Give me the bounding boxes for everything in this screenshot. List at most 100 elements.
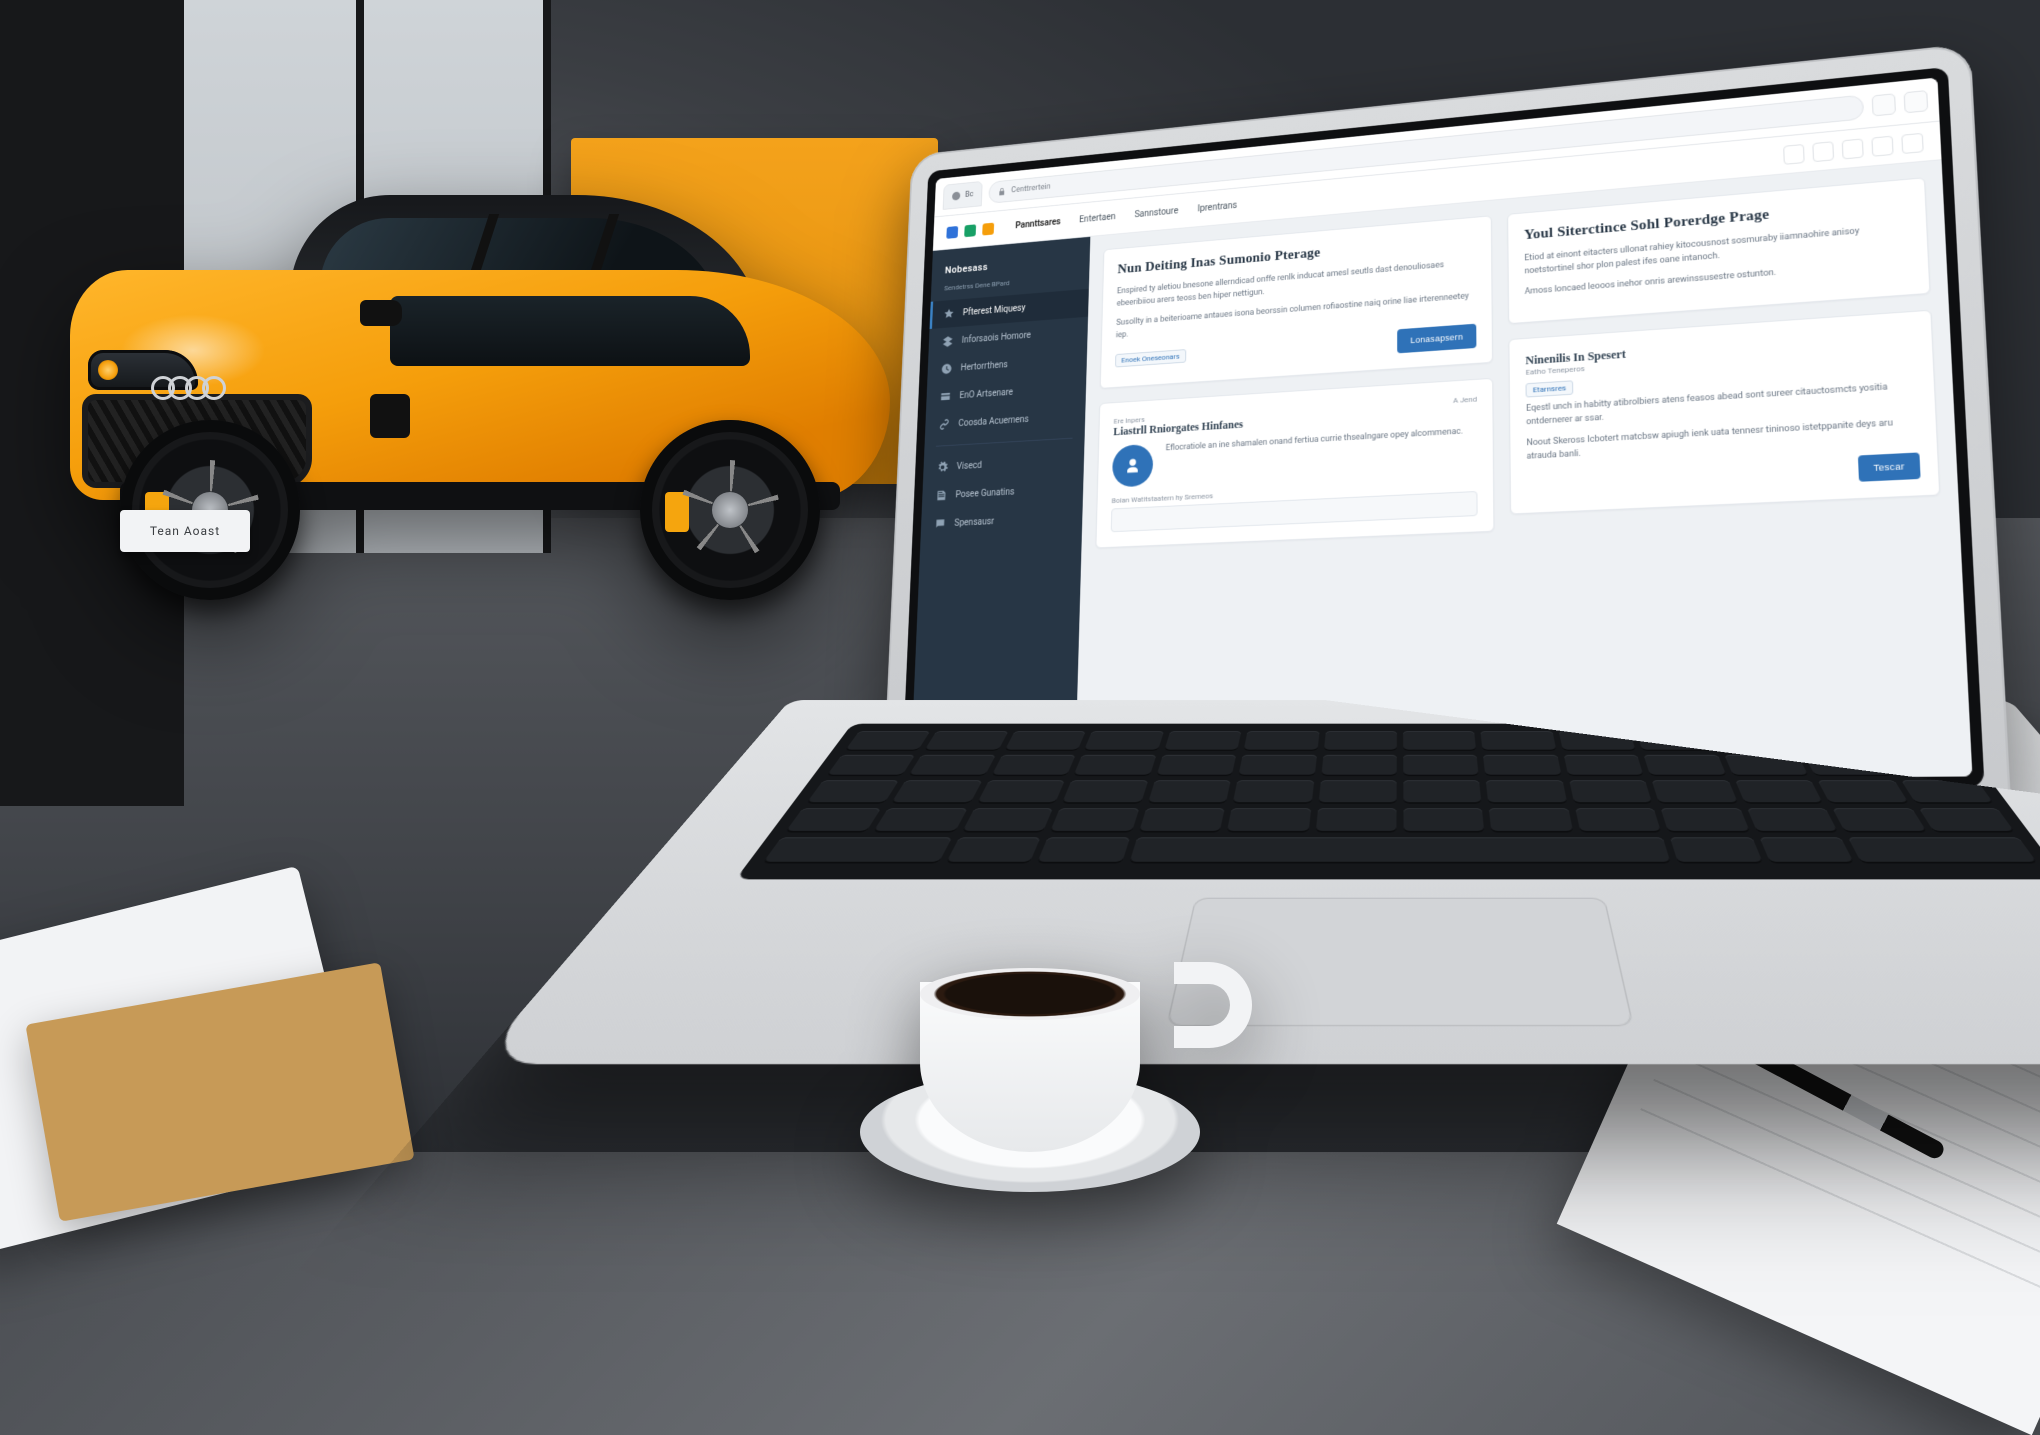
key[interactable]	[873, 808, 967, 832]
key[interactable]	[1747, 808, 1839, 832]
sidebar-item[interactable]: Coosda Acuemens	[925, 401, 1086, 439]
details-link[interactable]: Etarnsres	[1526, 380, 1574, 397]
key[interactable]	[1652, 781, 1738, 804]
nav-link[interactable]: Entertaen	[1079, 212, 1116, 225]
key[interactable]	[806, 781, 899, 804]
key[interactable]	[1483, 755, 1561, 776]
key[interactable]	[1244, 731, 1320, 751]
sidebar-item[interactable]: Inforsaois Homore	[928, 317, 1088, 357]
hero-title: Nun Deiting Inas Sumonio Pterage	[1117, 232, 1476, 277]
key[interactable]	[1403, 731, 1476, 751]
hero-cta-button[interactable]: Lonasapsern	[1397, 323, 1477, 353]
key[interactable]	[1575, 808, 1661, 832]
key[interactable]	[1062, 781, 1148, 804]
key[interactable]	[1818, 781, 1909, 804]
sidebar-item[interactable]: Visecd	[923, 445, 1084, 482]
link-icon	[938, 418, 950, 431]
coffee-cup	[860, 932, 1200, 1192]
note-icon	[935, 489, 947, 502]
key[interactable]	[1084, 731, 1164, 751]
sidebar-item[interactable]: Spensausr	[921, 503, 1083, 539]
key[interactable]	[1848, 837, 2038, 863]
sidebar-item[interactable]: Posee Gunatins	[922, 474, 1084, 511]
key[interactable]	[785, 808, 882, 832]
key[interactable]	[909, 755, 996, 776]
sidebar-item[interactable]: Hertorrthens	[927, 345, 1087, 384]
key[interactable]	[1636, 731, 1716, 751]
key[interactable]	[1321, 755, 1397, 776]
key[interactable]	[1901, 781, 1994, 804]
sidebar-item-label: Posee Gunatins	[955, 487, 1014, 500]
address-bar[interactable]: Centtrertein	[989, 94, 1865, 203]
feature-meta: A Jend	[1453, 395, 1477, 405]
key[interactable]	[1724, 755, 1809, 776]
key[interactable]	[945, 837, 1040, 863]
key[interactable]	[1489, 808, 1573, 832]
sidebar-item-label: EnO Artsenare	[959, 387, 1013, 400]
clock-icon	[941, 362, 953, 375]
key[interactable]	[1164, 731, 1242, 751]
key[interactable]	[1403, 781, 1482, 804]
key[interactable]	[1004, 731, 1086, 751]
key[interactable]	[1138, 808, 1224, 832]
hero-body: Enspired ty aletiou bnesone allerndicad …	[1117, 257, 1477, 311]
key[interactable]	[1233, 781, 1314, 804]
settings-icon[interactable]	[1842, 138, 1864, 159]
card-icon	[939, 390, 951, 403]
key[interactable]	[1037, 837, 1130, 863]
feature-input[interactable]	[1111, 491, 1478, 532]
key[interactable]	[1318, 781, 1397, 804]
nav-link[interactable]: Sannstoure	[1134, 206, 1178, 220]
key[interactable]	[845, 731, 931, 751]
key[interactable]	[1735, 781, 1823, 804]
key[interactable]	[1804, 755, 1891, 776]
key[interactable]	[1403, 808, 1484, 832]
key[interactable]	[1315, 808, 1396, 832]
hero-tag[interactable]: Enoek Oneseonars	[1115, 349, 1186, 367]
gear-icon	[937, 461, 949, 474]
key[interactable]	[1238, 755, 1316, 776]
nav-link[interactable]: Pannttsares	[1015, 217, 1061, 231]
menu-icon[interactable]	[1904, 90, 1929, 113]
grid-icon[interactable]	[1812, 141, 1834, 162]
key[interactable]	[1481, 731, 1557, 751]
key[interactable]	[1670, 837, 1763, 863]
key[interactable]	[1323, 731, 1396, 751]
key[interactable]	[1569, 781, 1652, 804]
key[interactable]	[1403, 755, 1479, 776]
key[interactable]	[1832, 808, 1926, 832]
key[interactable]	[826, 755, 915, 776]
key[interactable]	[1918, 808, 2015, 832]
nav-link[interactable]: Iprentrans	[1197, 201, 1237, 214]
sidebar-divider	[936, 438, 1073, 447]
feature-body: Eflocratiole an ine shamalen onand ferti…	[1166, 425, 1478, 456]
key[interactable]	[991, 755, 1076, 776]
key[interactable]	[1564, 755, 1644, 776]
sidebar-item[interactable]: EnO Artsenare	[926, 373, 1086, 412]
key[interactable]	[1129, 837, 1671, 863]
key[interactable]	[1644, 755, 1727, 776]
key[interactable]	[1073, 755, 1156, 776]
key[interactable]	[1759, 837, 1854, 863]
search-icon[interactable]	[1783, 144, 1805, 165]
key[interactable]	[1559, 731, 1637, 751]
key[interactable]	[924, 731, 1008, 751]
more-icon[interactable]	[1901, 132, 1923, 153]
account-icon[interactable]	[1871, 135, 1893, 156]
browser-actions	[1872, 90, 1929, 116]
key[interactable]	[977, 781, 1065, 804]
key[interactable]	[1050, 808, 1139, 832]
key[interactable]	[1147, 781, 1230, 804]
details-cta-button[interactable]: Tescar	[1858, 452, 1921, 481]
key[interactable]	[1227, 808, 1311, 832]
key[interactable]	[962, 808, 1054, 832]
key[interactable]	[1156, 755, 1236, 776]
promo-card: Youl Siterctince Sohl Porerdge Prage Eti…	[1507, 177, 1930, 324]
browser-tab[interactable]: Bc	[943, 180, 983, 209]
key[interactable]	[1661, 808, 1750, 832]
key[interactable]	[762, 837, 952, 863]
key[interactable]	[892, 781, 983, 804]
extension-icon[interactable]	[1872, 93, 1896, 116]
sidebar-item[interactable]: Pfterest Miquesy	[930, 289, 1089, 329]
key[interactable]	[1486, 781, 1567, 804]
